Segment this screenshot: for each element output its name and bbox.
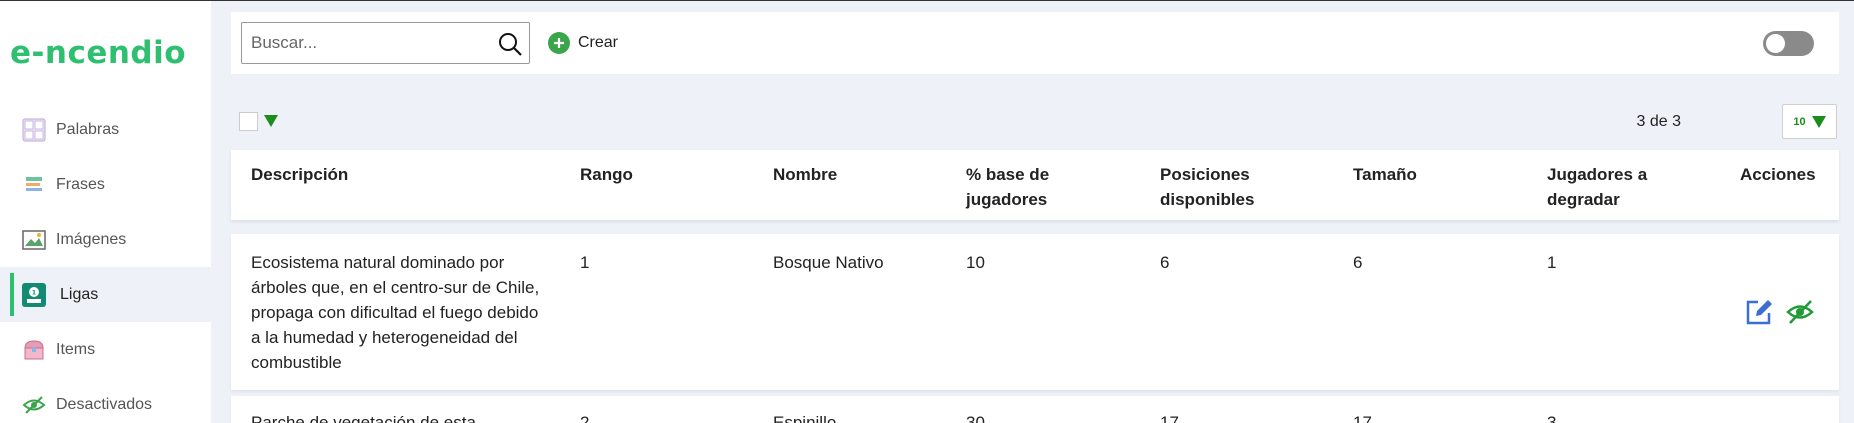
sidebar-item-items[interactable]: Items: [0, 322, 211, 377]
cell-posiciones: 17: [1160, 413, 1179, 423]
plus-circle-icon: [548, 32, 570, 54]
select-all-checkbox[interactable]: [239, 112, 258, 131]
sidebar-item-imagenes[interactable]: Imágenes: [0, 212, 211, 267]
column-header-tamano[interactable]: Tamaño: [1353, 162, 1417, 187]
results-counter: 3 de 3: [1636, 113, 1681, 130]
word-grid-icon: [22, 118, 46, 142]
search-input[interactable]: [242, 33, 482, 53]
window-top-border: [0, 0, 1854, 1]
edit-icon[interactable]: [1743, 296, 1774, 327]
eye-off-icon[interactable]: [1784, 296, 1815, 327]
sidebar-nav: Palabras Frases Imágenes 1 Ligas Items D…: [0, 102, 211, 423]
svg-text:1: 1: [32, 289, 36, 296]
sidebar-item-label: Items: [56, 340, 96, 358]
cell-descripcion: Ecosistema natural dominado por árboles …: [251, 253, 540, 372]
cell-tamano: 17: [1353, 413, 1372, 423]
sidebar-item-label: Desactivados: [56, 395, 153, 413]
search-icon[interactable]: [497, 31, 523, 57]
cell-degradar: 1: [1547, 253, 1557, 272]
cell-degradar: 3: [1547, 413, 1557, 423]
chest-icon: [22, 338, 46, 362]
cell-descripcion: Parche de vegetación de esta: [251, 413, 476, 423]
column-header-descripcion[interactable]: Descripción: [251, 162, 348, 187]
sidebar-item-label: Frases: [56, 175, 105, 193]
selection-menu-caret-icon[interactable]: [264, 115, 278, 127]
cell-tamano: 6: [1353, 253, 1363, 272]
create-button-label: Crear: [578, 34, 619, 51]
phrases-icon: [22, 173, 46, 197]
sidebar-item-palabras[interactable]: Palabras: [0, 102, 211, 157]
column-header-acciones: Acciones: [1740, 165, 1816, 184]
column-header-base[interactable]: % base de jugadores: [966, 162, 1076, 212]
sidebar-item-label: Ligas: [60, 285, 99, 303]
column-header-posiciones[interactable]: Posiciones disponibles: [1160, 162, 1270, 212]
cell-rango: 2: [580, 413, 590, 423]
eye-off-icon: [22, 393, 46, 417]
column-header-nombre[interactable]: Nombre: [773, 162, 837, 187]
cell-rango: 1: [580, 253, 590, 272]
cell-nombre: Espinillo: [773, 413, 837, 423]
sidebar-item-desactivados[interactable]: Desactivados: [0, 377, 211, 423]
page-size-select[interactable]: 10: [1782, 104, 1837, 139]
column-header-degradar[interactable]: Jugadores a degradar: [1547, 162, 1667, 212]
sidebar-item-label: Imágenes: [56, 230, 127, 248]
sidebar-item-ligas[interactable]: 1 Ligas: [0, 267, 211, 322]
page-size-value: 10: [1793, 115, 1806, 128]
row-actions: [1743, 296, 1815, 327]
toggle-knob: [1766, 34, 1785, 53]
app-logo[interactable]: e-ncendio: [10, 29, 186, 77]
league-icon: 1: [22, 282, 46, 307]
image-icon: [22, 228, 46, 252]
create-button[interactable]: Crear: [548, 32, 618, 54]
table-header: Descripción Rango Nombre % base de jugad…: [231, 150, 1839, 220]
chevron-down-icon: [1811, 115, 1826, 128]
sidebar-item-label: Palabras: [56, 120, 120, 138]
search-box: [241, 22, 530, 64]
cell-base: 10: [966, 253, 985, 272]
mode-toggle[interactable]: [1763, 31, 1814, 56]
table-row[interactable]: Parche de vegetación de esta 2 Espinillo…: [231, 396, 1839, 423]
table-row[interactable]: Ecosistema natural dominado por árboles …: [231, 234, 1839, 390]
sidebar: e-ncendio Palabras Frases Imágenes 1 Lig…: [0, 1, 211, 423]
cell-nombre: Bosque Nativo: [773, 253, 884, 272]
logo-text: e-ncendio: [10, 35, 187, 71]
cell-posiciones: 6: [1160, 253, 1170, 272]
top-toolbar: Crear: [231, 12, 1839, 74]
sidebar-item-frases[interactable]: Frases: [0, 157, 211, 212]
cell-base: 30: [966, 413, 985, 423]
column-header-rango[interactable]: Rango: [580, 162, 633, 187]
